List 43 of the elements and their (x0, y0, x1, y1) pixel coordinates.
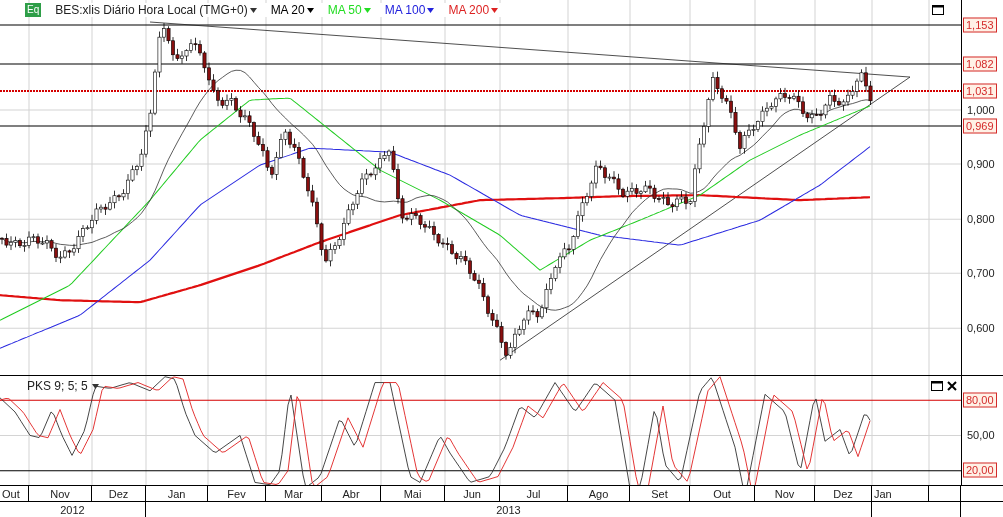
axis-tick-label: 0,900 (967, 158, 995, 170)
axis-tick-label: 0,700 (967, 267, 995, 279)
price-level-label: 1,082 (963, 56, 997, 72)
month-label: Out (0, 486, 29, 501)
month-label: Dez (92, 486, 146, 501)
price-level-label: 1,153 (963, 17, 997, 33)
month-label: Jul (500, 486, 568, 501)
month-label: Jan (146, 486, 208, 501)
price-level-label: 0,969 (963, 118, 997, 134)
caret-icon[interactable] (306, 7, 314, 13)
month-label: Nov (755, 486, 815, 501)
maximize-icon[interactable] (931, 381, 943, 392)
caret-icon[interactable] (249, 7, 257, 13)
month-label: Ago (568, 486, 630, 501)
indicator-label[interactable]: MA 100 (384, 3, 426, 17)
level-label: 80,00 (963, 392, 997, 408)
month-label: Nov (29, 486, 92, 501)
maximize-icon[interactable] (932, 5, 944, 15)
month-label: Set (630, 486, 690, 501)
axis-tick-label: 0,600 (967, 322, 995, 334)
axis-tick-label: 1,000 (967, 104, 995, 116)
indicator-label[interactable]: MA 20 (270, 3, 305, 17)
month-label: Dez (815, 486, 872, 501)
year-label: 2013 (146, 502, 872, 517)
month-label: Jan (872, 486, 929, 501)
indicator-label[interactable]: MA 200 (448, 3, 490, 17)
symbol-title[interactable]: BES:xlis Diário Hora Local (TMG+0) (55, 3, 248, 17)
month-label: Jun (445, 486, 500, 501)
month-label: Out (690, 486, 755, 501)
level-label: 20,00 (963, 462, 997, 478)
close-icon[interactable] (947, 381, 957, 392)
month-label: Abr (322, 486, 381, 501)
symbol-badge: Eq (25, 3, 42, 17)
caret-icon[interactable] (427, 7, 435, 13)
axis-tick-label: 0,800 (967, 213, 995, 225)
oscillator-label[interactable]: PKS 9; 5; 5 (27, 379, 88, 394)
month-label: Mar (266, 486, 322, 501)
month-label: Fev (208, 486, 266, 501)
year-label: 2012 (0, 502, 146, 517)
caret-icon[interactable] (91, 383, 99, 389)
axis-tick-label: 50,00 (967, 429, 995, 442)
month-label: Mai (381, 486, 445, 501)
price-level-label: 1,031 (963, 83, 997, 99)
